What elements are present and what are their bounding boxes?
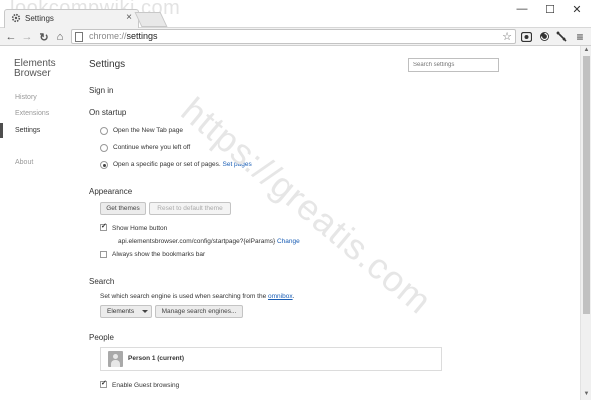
gear-icon: [11, 13, 21, 23]
browser-toolbar: ← → ↻ ⌂ chrome://settings ☆ ≡: [0, 28, 591, 46]
sidebar-item-settings[interactable]: Settings: [15, 127, 40, 134]
close-tab-icon[interactable]: ×: [126, 12, 132, 23]
reset-theme-button[interactable]: Reset to default theme: [149, 202, 231, 215]
omnibox-link[interactable]: omnibox: [268, 293, 293, 300]
radio-specific-pages-label: Open a specific page or set of pages. Se…: [113, 161, 252, 168]
radio-new-tab[interactable]: [100, 127, 108, 135]
scroll-down-icon[interactable]: ▼: [582, 391, 591, 399]
guest-browsing-label: Enable Guest browsing: [112, 382, 180, 389]
minimize-button[interactable]: —: [508, 0, 536, 18]
address-text: chrome://settings: [89, 31, 158, 41]
radio-specific-pages[interactable]: [100, 161, 108, 169]
sidebar-item-extensions[interactable]: Extensions: [15, 110, 49, 117]
search-settings-input[interactable]: [408, 58, 499, 72]
maximize-button[interactable]: ☐: [536, 0, 564, 18]
search-heading: Search: [89, 277, 115, 286]
show-home-checkbox[interactable]: [100, 222, 107, 231]
reload-icon[interactable]: ↻: [37, 29, 51, 45]
people-heading: People: [89, 333, 114, 342]
address-bar[interactable]: chrome://settings ☆: [71, 29, 516, 44]
sidebar-item-about[interactable]: About: [15, 159, 33, 166]
back-arrow-icon[interactable]: ←: [4, 29, 18, 45]
radio-continue[interactable]: [100, 144, 108, 152]
home-url-row: api.elementsbrowser.com/config/startpage…: [118, 238, 300, 245]
new-tab-button[interactable]: [134, 12, 168, 27]
search-description: Set which search engine is used when sea…: [100, 293, 295, 300]
change-home-link[interactable]: Change: [277, 238, 300, 245]
title-bar: lookcompwiki.com Settings × — ☐ ✕: [0, 0, 591, 28]
page-scrollbar[interactable]: ▲ ▼: [580, 46, 591, 400]
tab-title: Settings: [25, 14, 54, 23]
manage-search-engines-button[interactable]: Manage search engines...: [155, 305, 243, 318]
forward-arrow-icon[interactable]: →: [20, 29, 34, 45]
avatar-icon: [108, 351, 123, 367]
close-window-button[interactable]: ✕: [563, 0, 591, 18]
show-home-label: Show Home button: [112, 225, 168, 232]
person-list-item[interactable]: Person 1 (current): [100, 347, 442, 371]
sidebar-item-history[interactable]: History: [15, 94, 37, 101]
scroll-thumb[interactable]: [583, 56, 590, 314]
browser-brand: Elements Browser: [14, 58, 56, 79]
scroll-up-icon[interactable]: ▲: [582, 47, 591, 55]
page-title: Settings: [89, 59, 126, 70]
extension-icon[interactable]: [520, 30, 532, 43]
sign-in-heading: Sign in: [89, 86, 114, 95]
tools-icon[interactable]: [555, 30, 567, 43]
bookmarks-bar-label: Always show the bookmarks bar: [112, 251, 206, 258]
page-icon: [75, 32, 83, 42]
chevron-down-icon: [142, 310, 148, 313]
home-icon[interactable]: ⌂: [53, 29, 67, 45]
menu-icon[interactable]: ≡: [574, 30, 586, 44]
active-nav-marker: [0, 123, 3, 138]
search-engine-select[interactable]: Elements: [100, 305, 152, 318]
guest-browsing-checkbox[interactable]: [100, 379, 107, 388]
tab-settings[interactable]: Settings ×: [4, 9, 139, 28]
star-icon[interactable]: ☆: [502, 30, 512, 43]
on-startup-heading: On startup: [89, 108, 127, 117]
get-themes-button[interactable]: Get themes: [100, 202, 146, 215]
set-pages-link[interactable]: Set pages: [223, 161, 252, 168]
bookmarks-bar-checkbox[interactable]: [100, 251, 107, 258]
person-name: Person 1 (current): [128, 355, 184, 362]
radio-new-tab-label: Open the New Tab page: [113, 127, 183, 134]
home-url-text: api.elementsbrowser.com/config/startpage…: [118, 238, 276, 245]
appearance-heading: Appearance: [89, 187, 133, 196]
radio-continue-label: Continue where you left off: [113, 144, 191, 151]
elements-icon[interactable]: [538, 30, 550, 43]
